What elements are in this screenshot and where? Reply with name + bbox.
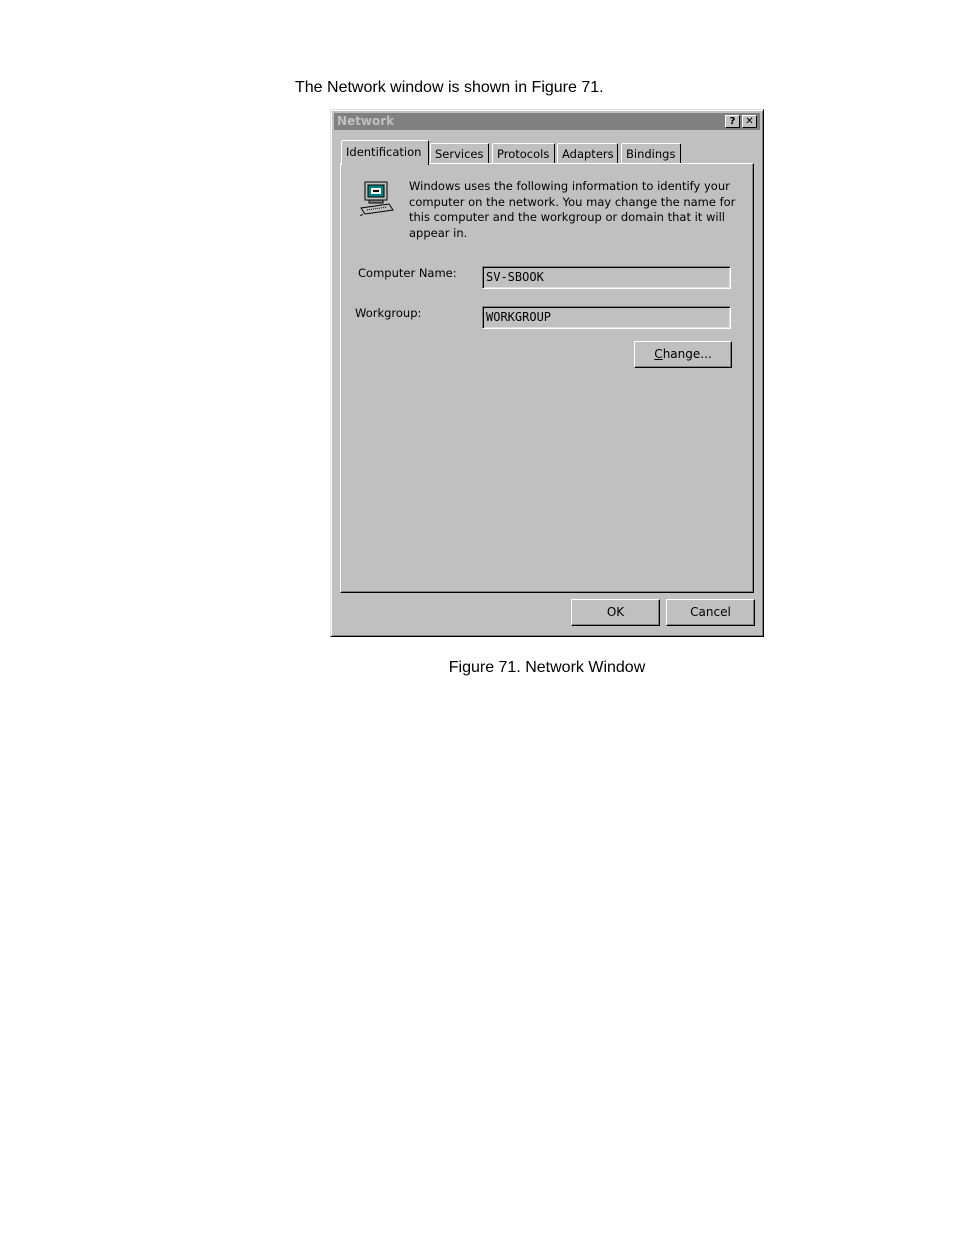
change-mnemonic: C — [654, 347, 663, 361]
computer-network-icon — [359, 181, 394, 216]
info-text: Windows uses the following information t… — [409, 179, 736, 240]
tab-adapters[interactable]: Adapters — [557, 143, 618, 163]
intro-text: The Network window is shown in Figure 71… — [295, 79, 604, 96]
close-button[interactable]: ✕ — [742, 115, 757, 128]
title-bar[interactable]: Network ? ✕ — [334, 113, 760, 130]
network-window: Network ? ✕ Identification Services Prot… — [330, 109, 764, 637]
tab-protocols[interactable]: Protocols — [492, 143, 555, 163]
computer-name-field[interactable]: SV-SBOOK — [482, 266, 731, 289]
tab-identification[interactable]: Identification — [341, 140, 429, 165]
workgroup-label: Workgroup: — [355, 306, 422, 320]
help-button[interactable]: ? — [725, 115, 740, 128]
computer-name-label: Computer Name: — [358, 266, 457, 280]
tab-services[interactable]: Services — [430, 143, 489, 163]
change-button[interactable]: Change... — [634, 341, 732, 368]
tab-bindings[interactable]: Bindings — [621, 143, 681, 163]
identification-panel: Windows uses the following information t… — [340, 163, 754, 593]
window-title: Network — [337, 114, 395, 128]
figure-caption: Figure 71. Network Window — [448, 659, 646, 676]
change-label: hange... — [662, 347, 712, 361]
cancel-button[interactable]: Cancel — [666, 599, 755, 626]
ok-button[interactable]: OK — [571, 599, 660, 626]
workgroup-field[interactable]: WORKGROUP — [482, 306, 731, 329]
